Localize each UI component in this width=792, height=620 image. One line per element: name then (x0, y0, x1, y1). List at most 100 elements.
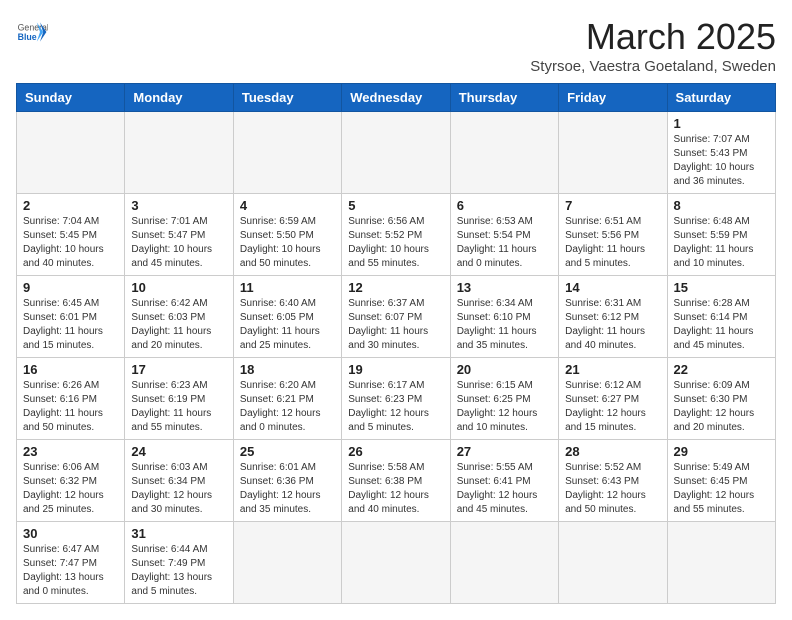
table-row: 11Sunrise: 6:40 AM Sunset: 6:05 PM Dayli… (233, 276, 341, 358)
day-number: 31 (131, 526, 226, 541)
day-number: 27 (457, 444, 552, 459)
table-row: 19 Sunrise: 6:17 AM Sunset: 6:23 PM Dayli… (342, 358, 450, 440)
day-number: 2 (23, 198, 118, 213)
table-row: 5 Sunrise: 6:56 AM Sunset: 5:52 PM Daylig… (342, 194, 450, 276)
day-info: Sunrise: 7:04 AM Sunset: 5:45 PM Dayligh… (23, 215, 118, 271)
day-info: Sunrise: 5:58 AM Sunset: 6:38 PM Dayligh… (348, 461, 443, 517)
day-number: 15 (674, 280, 769, 295)
table-row (559, 112, 667, 194)
day-number: 18 (240, 362, 335, 377)
table-row: 25 Sunrise: 6:01 AM Sunset: 6:36 PM Dayli… (233, 440, 341, 522)
day-number: 22 (674, 362, 769, 377)
calendar-header-row: Sunday Monday Tuesday Wednesday Thursday… (17, 84, 776, 112)
day-info: Sunrise: 6:06 AM Sunset: 6:32 PM Dayligh… (23, 461, 118, 517)
day-info: Sunrise: 5:49 AM Sunset: 6:45 PM Dayligh… (674, 461, 769, 517)
calendar-row: 30 Sunrise: 6:47 AM Sunset: 7:47 PM Dayli… (17, 522, 776, 604)
day-number: 19 (348, 362, 443, 377)
day-info: Sunrise: 6:42 AM Sunset: 6:03 PM Dayligh… (131, 297, 226, 353)
table-row (559, 522, 667, 604)
logo-icon: General Blue (16, 16, 48, 48)
day-number: 26 (348, 444, 443, 459)
day-info: Sunrise: 6:53 AM Sunset: 5:54 PM Dayligh… (457, 215, 552, 271)
day-number: 21 (565, 362, 660, 377)
table-row: 15 Sunrise: 6:28 AM Sunset: 6:14 PM Dayli… (667, 276, 775, 358)
table-row: 13Sunrise: 6:34 AM Sunset: 6:10 PM Dayli… (450, 276, 558, 358)
day-info: Sunrise: 6:26 AM Sunset: 6:16 PM Dayligh… (23, 379, 118, 435)
table-row: 26 Sunrise: 5:58 AM Sunset: 6:38 PM Dayli… (342, 440, 450, 522)
table-row: 31 Sunrise: 6:44 AM Sunset: 7:49 PM Dayli… (125, 522, 233, 604)
day-info: Sunrise: 7:01 AM Sunset: 5:47 PM Dayligh… (131, 215, 226, 271)
day-number: 29 (674, 444, 769, 459)
table-row: 8 Sunrise: 6:48 AM Sunset: 5:59 PM Daylig… (667, 194, 775, 276)
day-number: 5 (348, 198, 443, 213)
table-row: 22Sunrise: 6:09 AM Sunset: 6:30 PM Dayli… (667, 358, 775, 440)
day-number: 1 (674, 116, 769, 131)
table-row: 23 Sunrise: 6:06 AM Sunset: 6:32 PM Dayli… (17, 440, 125, 522)
table-row: 20 Sunrise: 6:15 AM Sunset: 6:25 PM Dayli… (450, 358, 558, 440)
table-row: 27 Sunrise: 5:55 AM Sunset: 6:41 PM Dayli… (450, 440, 558, 522)
day-number: 6 (457, 198, 552, 213)
day-number: 3 (131, 198, 226, 213)
calendar-row: 1Sunrise: 7:07 AM Sunset: 5:43 PM Daylig… (17, 112, 776, 194)
day-info: Sunrise: 6:20 AM Sunset: 6:21 PM Dayligh… (240, 379, 335, 435)
month-title: March 2025 (530, 16, 776, 58)
day-info: Sunrise: 6:17 AM Sunset: 6:23 PM Dayligh… (348, 379, 443, 435)
day-info: Sunrise: 6:40 AM Sunset: 6:05 PM Dayligh… (240, 297, 335, 353)
day-info: Sunrise: 6:15 AM Sunset: 6:25 PM Dayligh… (457, 379, 552, 435)
day-number: 13 (457, 280, 552, 295)
day-info: Sunrise: 6:44 AM Sunset: 7:49 PM Dayligh… (131, 543, 226, 599)
table-row: 30 Sunrise: 6:47 AM Sunset: 7:47 PM Dayli… (17, 522, 125, 604)
day-info: Sunrise: 6:45 AM Sunset: 6:01 PM Dayligh… (23, 297, 118, 353)
day-number: 28 (565, 444, 660, 459)
table-row: 10 Sunrise: 6:42 AM Sunset: 6:03 PM Dayli… (125, 276, 233, 358)
logo: General Blue (16, 16, 48, 48)
day-info: Sunrise: 6:47 AM Sunset: 7:47 PM Dayligh… (23, 543, 118, 599)
day-number: 23 (23, 444, 118, 459)
table-row: 21Sunrise: 6:12 AM Sunset: 6:27 PM Dayli… (559, 358, 667, 440)
day-number: 20 (457, 362, 552, 377)
calendar-row: 23 Sunrise: 6:06 AM Sunset: 6:32 PM Dayli… (17, 440, 776, 522)
table-row: 14Sunrise: 6:31 AM Sunset: 6:12 PM Dayli… (559, 276, 667, 358)
table-row: 4 Sunrise: 6:59 AM Sunset: 5:50 PM Daylig… (233, 194, 341, 276)
day-number: 30 (23, 526, 118, 541)
table-row (450, 112, 558, 194)
calendar-row: 2 Sunrise: 7:04 AM Sunset: 5:45 PM Daylig… (17, 194, 776, 276)
day-info: Sunrise: 6:03 AM Sunset: 6:34 PM Dayligh… (131, 461, 226, 517)
calendar: Sunday Monday Tuesday Wednesday Thursday… (16, 83, 776, 604)
table-row (233, 112, 341, 194)
header-thursday: Thursday (450, 84, 558, 112)
day-number: 7 (565, 198, 660, 213)
day-info: Sunrise: 6:56 AM Sunset: 5:52 PM Dayligh… (348, 215, 443, 271)
day-number: 12 (348, 280, 443, 295)
day-info: Sunrise: 6:59 AM Sunset: 5:50 PM Dayligh… (240, 215, 335, 271)
table-row (342, 522, 450, 604)
day-info: Sunrise: 6:01 AM Sunset: 6:36 PM Dayligh… (240, 461, 335, 517)
day-number: 16 (23, 362, 118, 377)
table-row: 2 Sunrise: 7:04 AM Sunset: 5:45 PM Daylig… (17, 194, 125, 276)
day-number: 10 (131, 280, 226, 295)
header-friday: Friday (559, 84, 667, 112)
header-tuesday: Tuesday (233, 84, 341, 112)
day-number: 25 (240, 444, 335, 459)
day-info: Sunrise: 6:28 AM Sunset: 6:14 PM Dayligh… (674, 297, 769, 353)
table-row: 12 Sunrise: 6:37 AM Sunset: 6:07 PM Dayli… (342, 276, 450, 358)
calendar-row: 16 Sunrise: 6:26 AM Sunset: 6:16 PM Dayli… (17, 358, 776, 440)
header-sunday: Sunday (17, 84, 125, 112)
table-row: 6 Sunrise: 6:53 AM Sunset: 5:54 PM Daylig… (450, 194, 558, 276)
day-number: 9 (23, 280, 118, 295)
header-wednesday: Wednesday (342, 84, 450, 112)
header: General Blue March 2025 Styrsoe, Vaestra… (16, 16, 776, 75)
day-info: Sunrise: 6:37 AM Sunset: 6:07 PM Dayligh… (348, 297, 443, 353)
table-row (342, 112, 450, 194)
day-number: 17 (131, 362, 226, 377)
day-info: Sunrise: 5:55 AM Sunset: 6:41 PM Dayligh… (457, 461, 552, 517)
table-row: 16 Sunrise: 6:26 AM Sunset: 6:16 PM Dayli… (17, 358, 125, 440)
day-number: 4 (240, 198, 335, 213)
table-row: 3 Sunrise: 7:01 AM Sunset: 5:47 PM Daylig… (125, 194, 233, 276)
table-row: 29 Sunrise: 5:49 AM Sunset: 6:45 PM Dayli… (667, 440, 775, 522)
table-row (450, 522, 558, 604)
day-number: 8 (674, 198, 769, 213)
day-info: Sunrise: 6:48 AM Sunset: 5:59 PM Dayligh… (674, 215, 769, 271)
table-row (125, 112, 233, 194)
header-monday: Monday (125, 84, 233, 112)
